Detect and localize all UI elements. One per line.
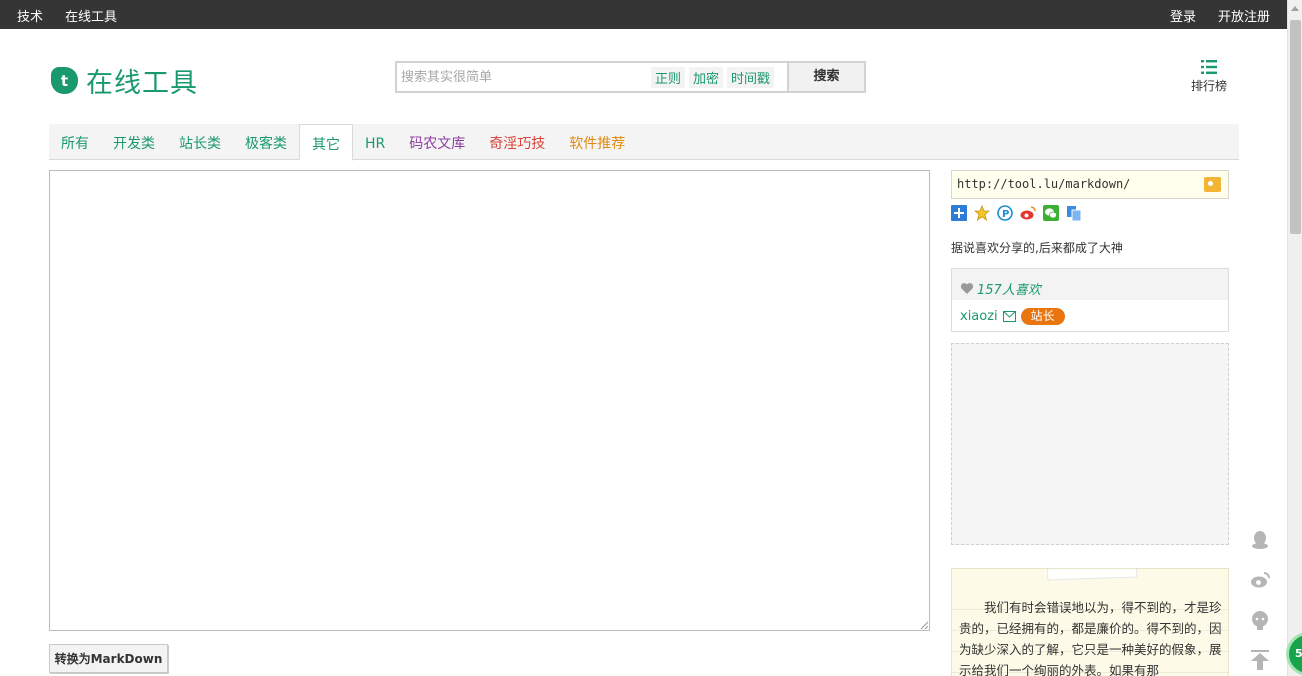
- copy-icon[interactable]: [1066, 205, 1082, 221]
- logo-text: 在线工具: [86, 68, 198, 99]
- scrollbar-thumb[interactable]: [1290, 20, 1301, 234]
- weibo-side-icon[interactable]: [1249, 569, 1271, 591]
- top-bar: 技术 在线工具 登录 开放注册: [0, 0, 1287, 29]
- nav-tab-7[interactable]: 奇淫巧技: [477, 124, 557, 160]
- quote-note: 我们有时会错误地以为，得不到的，才是珍贵的，已经拥有的，都是廉价的。得不到的，因…: [951, 568, 1229, 676]
- search-tag-regex[interactable]: 正则: [651, 67, 686, 88]
- resize-grip-icon[interactable]: [920, 621, 928, 629]
- list-icon: [1201, 60, 1217, 74]
- html-input-textarea[interactable]: [50, 171, 929, 630]
- search-button[interactable]: 搜索: [787, 61, 866, 93]
- topbar-link-tech[interactable]: 技术: [17, 6, 43, 25]
- p-share-icon[interactable]: P: [997, 205, 1013, 221]
- plus-share-icon[interactable]: [951, 205, 967, 221]
- vertical-scrollbar[interactable]: [1287, 0, 1302, 676]
- admin-badge: 站长: [1020, 308, 1065, 325]
- weibo-icon[interactable]: [1020, 205, 1036, 221]
- markdown-editor[interactable]: [49, 170, 930, 631]
- ranking-link[interactable]: 排行榜: [1184, 59, 1234, 94]
- site-logo[interactable]: t 在线工具: [51, 61, 198, 100]
- ranking-label: 排行榜: [1190, 79, 1227, 93]
- page-url[interactable]: http://tool.lu/markdown/: [957, 177, 1130, 191]
- search-tag-timestamp[interactable]: 时间戳: [727, 67, 775, 88]
- register-link[interactable]: 开放注册: [1218, 6, 1270, 25]
- qq-icon[interactable]: [1249, 529, 1271, 551]
- nav-tab-1[interactable]: 开发类: [101, 124, 167, 160]
- nav-tab-2[interactable]: 站长类: [167, 124, 233, 160]
- star-share-icon[interactable]: [974, 205, 990, 221]
- share-icons: P: [951, 205, 1082, 221]
- like-box: 157人喜欢 xiaozi 站长: [951, 268, 1229, 332]
- topbar-link-online-tools[interactable]: 在线工具: [65, 6, 117, 25]
- convert-to-markdown-button[interactable]: 转换为MarkDown: [49, 644, 168, 673]
- quote-text: 我们有时会错误地以为，得不到的，才是珍贵的，已经拥有的，都是廉价的。得不到的，因…: [959, 600, 1222, 676]
- nav-tab-3[interactable]: 极客类: [233, 124, 299, 160]
- floating-side-icons: [1249, 529, 1271, 676]
- scroll-up-arrow[interactable]: [1291, 6, 1299, 11]
- category-nav: 所有 开发类 站长类 极客类 其它 HR 码农文库 奇淫巧技 软件推荐: [49, 124, 1239, 161]
- tag-icon[interactable]: [1204, 177, 1221, 192]
- nav-tab-0[interactable]: 所有: [49, 124, 101, 160]
- search-input[interactable]: [401, 68, 641, 86]
- login-link[interactable]: 登录: [1170, 6, 1196, 25]
- search-tag-encrypt[interactable]: 加密: [689, 67, 724, 88]
- search-box: 正则 加密 时间戳 搜索: [395, 61, 866, 93]
- search-quick-tags: 正则 加密 时间戳: [651, 67, 775, 88]
- nav-tab-8[interactable]: 软件推荐: [557, 124, 637, 160]
- author-row: xiaozi 站长: [952, 300, 1228, 325]
- like-count-row[interactable]: 157人喜欢: [952, 269, 1228, 300]
- nav-tab-4[interactable]: 其它: [299, 124, 353, 161]
- author-name[interactable]: xiaozi: [960, 309, 998, 324]
- mail-icon[interactable]: [1002, 311, 1016, 322]
- ad-placeholder: [951, 343, 1229, 545]
- back-to-top-icon[interactable]: [1249, 649, 1271, 671]
- share-slogan: 据说喜欢分享的,后来都成了大神: [951, 241, 1123, 255]
- note-tape: [1046, 569, 1138, 581]
- like-count: 157人喜欢: [977, 282, 1041, 298]
- wechat-icon[interactable]: [1043, 205, 1059, 221]
- svg-text:P: P: [1002, 209, 1009, 220]
- github-icon[interactable]: [1249, 609, 1271, 631]
- nav-tab-6[interactable]: 码农文库: [397, 124, 477, 160]
- page-url-box[interactable]: http://tool.lu/markdown/: [951, 170, 1229, 199]
- logo-mark: t: [51, 67, 78, 94]
- heart-icon[interactable]: [960, 282, 974, 295]
- nav-tab-5[interactable]: HR: [353, 124, 397, 160]
